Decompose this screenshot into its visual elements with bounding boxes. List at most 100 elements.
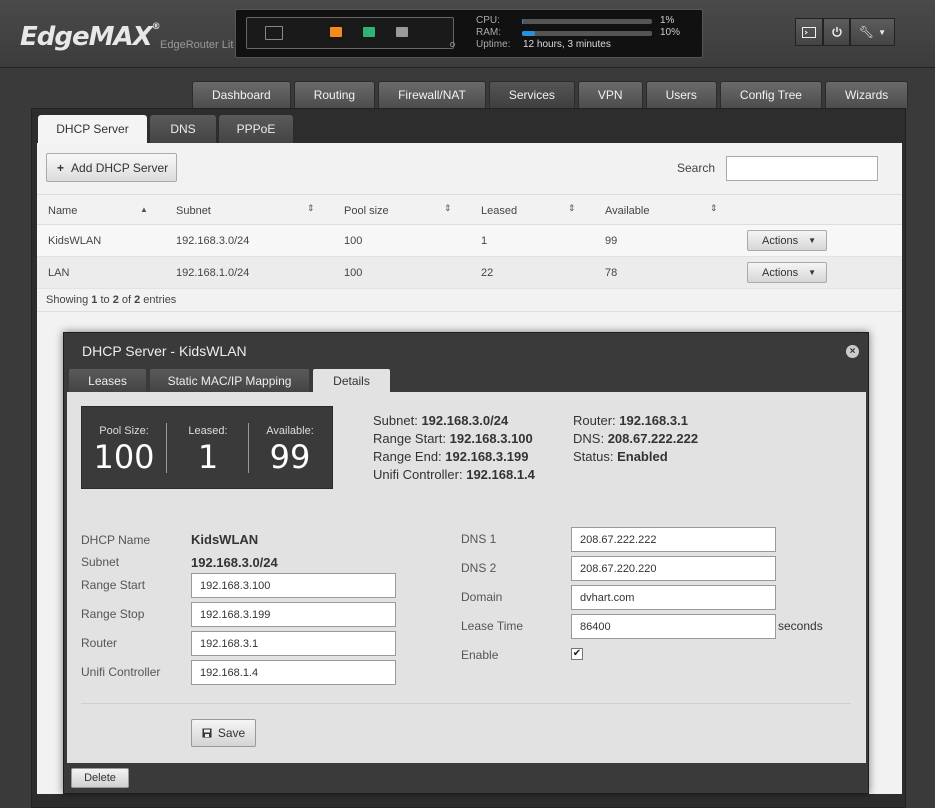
tab-users[interactable]: Users bbox=[645, 81, 717, 108]
col-available-header[interactable]: Available bbox=[605, 205, 649, 217]
dns1-label: DNS 1 bbox=[461, 532, 497, 546]
tab-routing[interactable]: Routing bbox=[293, 81, 376, 108]
cpu-value: 1% bbox=[660, 15, 675, 26]
cell-name: KidsWLAN bbox=[48, 235, 102, 247]
ram-label: RAM: bbox=[476, 27, 501, 38]
dhcp-name-label: DHCP Name bbox=[81, 533, 151, 547]
cell-name: LAN bbox=[48, 267, 70, 279]
actions-button[interactable]: Actions ▼ bbox=[747, 230, 827, 251]
add-dhcp-server-label: Add DHCP Server bbox=[71, 160, 169, 175]
cpu-bar bbox=[522, 19, 652, 24]
subtab-dhcp-server[interactable]: DHCP Server bbox=[38, 115, 147, 143]
lease-time-unit: seconds bbox=[778, 619, 823, 633]
ram-value: 10% bbox=[660, 27, 681, 38]
leased-stat: Leased: 1 bbox=[166, 407, 250, 490]
dialog-title: DHCP Server - KidsWLAN bbox=[82, 343, 247, 359]
unifi-controller-input[interactable]: 192.168.1.4 bbox=[191, 660, 396, 685]
col-name-header[interactable]: Name bbox=[48, 205, 77, 217]
tab-firewall-nat[interactable]: Firewall/NAT bbox=[378, 81, 486, 108]
unifi-controller-label: Unifi Controller bbox=[81, 665, 161, 679]
search-label: Search bbox=[677, 161, 716, 175]
add-dhcp-server-button[interactable]: + Add DHCP Server bbox=[46, 153, 177, 182]
col-leased-header[interactable]: Leased bbox=[481, 205, 517, 217]
power-button[interactable] bbox=[823, 18, 850, 46]
dns1-input[interactable]: 208.67.222.222 bbox=[571, 527, 776, 552]
domain-input[interactable]: dvhart.com bbox=[571, 585, 776, 610]
services-subtabs: DHCP Server DNS PPPoE bbox=[38, 115, 293, 143]
enable-checkbox[interactable]: ✔ bbox=[571, 648, 583, 660]
col-pool-size-header[interactable]: Pool size bbox=[344, 205, 389, 217]
product-name: EdgeRouter Lite bbox=[160, 39, 234, 51]
sort-icon[interactable]: ⇕ bbox=[444, 203, 452, 214]
tab-wizards[interactable]: Wizards bbox=[824, 81, 909, 108]
tab-leases[interactable]: Leases bbox=[69, 369, 146, 392]
cell-available: 99 bbox=[605, 235, 618, 247]
details-body: Pool Size: 100 Leased: 1 Available: 99 S… bbox=[67, 392, 866, 763]
sort-asc-icon[interactable]: ▲ bbox=[140, 205, 148, 214]
leased-value: 1 bbox=[197, 438, 219, 476]
cell-available: 78 bbox=[605, 267, 618, 279]
cell-subnet: 192.168.1.0/24 bbox=[176, 267, 250, 279]
port-status bbox=[246, 17, 455, 49]
power-icon bbox=[831, 27, 842, 37]
search-input[interactable] bbox=[726, 156, 878, 181]
dns2-label: DNS 2 bbox=[461, 561, 497, 575]
info-dns: DNS: 208.67.222.222 bbox=[573, 431, 699, 446]
dialog-footer: Delete bbox=[67, 763, 866, 793]
form-divider bbox=[81, 703, 851, 704]
lease-time-input[interactable]: 86400 bbox=[571, 614, 776, 639]
cpu-bar-fill bbox=[522, 19, 524, 24]
tab-vpn[interactable]: VPN bbox=[577, 81, 643, 108]
top-bar: EdgeMAX® EdgeRouter Lite CPU: 1% RAM: 10… bbox=[0, 0, 935, 68]
tab-config-tree[interactable]: Config Tree bbox=[719, 81, 822, 108]
router-input[interactable]: 192.168.3.1 bbox=[191, 631, 396, 656]
delete-button[interactable]: Delete bbox=[71, 768, 129, 788]
dns2-input[interactable]: 208.67.220.220 bbox=[571, 556, 776, 581]
tab-dashboard[interactable]: Dashboard bbox=[192, 81, 291, 108]
pool-summary: Pool Size: 100 Leased: 1 Available: 99 bbox=[81, 406, 333, 489]
subtab-dns[interactable]: DNS bbox=[150, 115, 216, 143]
range-start-input[interactable]: 192.168.3.100 bbox=[191, 573, 396, 598]
save-button[interactable]: Save bbox=[191, 719, 256, 747]
cpu-label: CPU: bbox=[476, 15, 500, 26]
cell-leased: 22 bbox=[481, 267, 494, 279]
close-icon[interactable]: × bbox=[846, 345, 859, 358]
pool-size-stat: Pool Size: 100 bbox=[82, 407, 166, 490]
uptime-label: Uptime: bbox=[476, 39, 511, 50]
col-subnet-header[interactable]: Subnet bbox=[176, 205, 211, 217]
plus-icon: + bbox=[57, 160, 65, 175]
tab-details[interactable]: Details bbox=[313, 369, 390, 392]
sort-icon[interactable]: ⇕ bbox=[568, 203, 576, 214]
main-nav: Dashboard Routing Firewall/NAT Services … bbox=[192, 81, 909, 108]
router-label: Router bbox=[81, 636, 118, 650]
cell-pool-size: 100 bbox=[344, 235, 363, 247]
range-stop-label: Range Stop bbox=[81, 607, 145, 621]
sort-icon[interactable]: ⇕ bbox=[307, 203, 315, 214]
enable-label: Enable bbox=[461, 648, 499, 662]
subtab-pppoe[interactable]: PPPoE bbox=[219, 115, 293, 143]
wrench-icon: 🔧︎ bbox=[858, 25, 875, 39]
tools-menu-button[interactable]: 🔧︎ ▼ bbox=[850, 18, 895, 46]
range-stop-input[interactable]: 192.168.3.199 bbox=[191, 602, 396, 627]
status-panel: CPU: 1% RAM: 10% Uptime: 12 hours, 3 min… bbox=[235, 9, 703, 58]
save-label: Save bbox=[217, 726, 246, 740]
actions-button[interactable]: Actions ▼ bbox=[747, 262, 827, 283]
info-range-start: Range Start: 192.168.3.100 bbox=[373, 431, 533, 446]
tab-static-mapping[interactable]: Static MAC/IP Mapping bbox=[150, 369, 309, 392]
tab-services[interactable]: Services bbox=[488, 81, 575, 108]
table-row: KidsWLAN 192.168.3.0/24 100 1 99 Actions… bbox=[37, 225, 902, 257]
dhcp-name-value: KidsWLAN bbox=[191, 532, 259, 547]
sort-icon[interactable]: ⇕ bbox=[710, 203, 718, 214]
ram-bar-fill bbox=[522, 31, 535, 36]
leased-label: Leased: bbox=[188, 425, 228, 437]
table-header: Name ▲ Subnet ⇕ Pool size ⇕ Leased ⇕ Ava… bbox=[37, 194, 902, 225]
chevron-down-icon: ▼ bbox=[808, 268, 816, 277]
terminal-icon bbox=[802, 26, 816, 38]
chevron-down-icon: ▼ bbox=[878, 27, 887, 37]
edgemax-logo: EdgeMAX® bbox=[20, 22, 161, 52]
subnet-label: Subnet bbox=[81, 555, 120, 569]
available-value: 99 bbox=[269, 438, 311, 476]
actions-label: Actions bbox=[762, 266, 799, 279]
domain-label: Domain bbox=[461, 590, 503, 604]
cli-button[interactable] bbox=[795, 18, 823, 46]
